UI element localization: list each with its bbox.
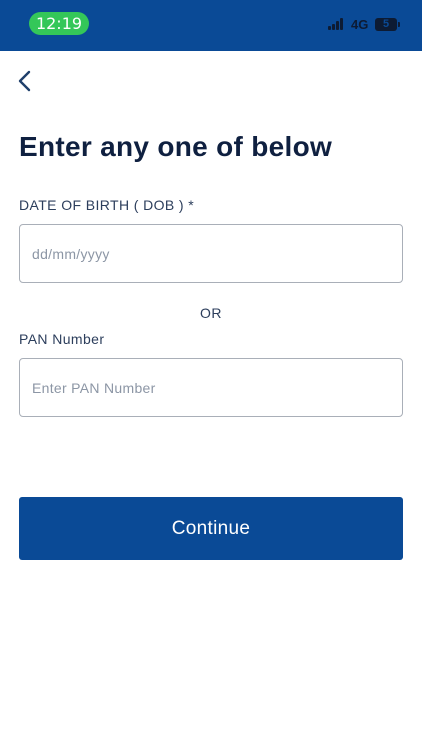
cellular-signal-icon [328, 18, 346, 30]
pan-label: PAN Number [19, 331, 105, 347]
dob-input[interactable] [19, 224, 403, 283]
status-bar: 12:19 4G 5 [0, 0, 422, 51]
chevron-left-icon [18, 70, 31, 92]
page-title: Enter any one of below [19, 131, 333, 162]
pan-input[interactable] [19, 358, 403, 417]
or-separator: OR [200, 305, 222, 321]
back-button[interactable] [12, 66, 40, 96]
battery-level: 5 [382, 18, 390, 30]
dob-label: DATE OF BIRTH ( DOB ) * [19, 197, 195, 213]
battery-icon: 5 [375, 18, 400, 31]
network-type: 4G [351, 17, 369, 32]
status-time: 12:19 [29, 12, 89, 35]
continue-button[interactable]: Continue [19, 497, 403, 560]
